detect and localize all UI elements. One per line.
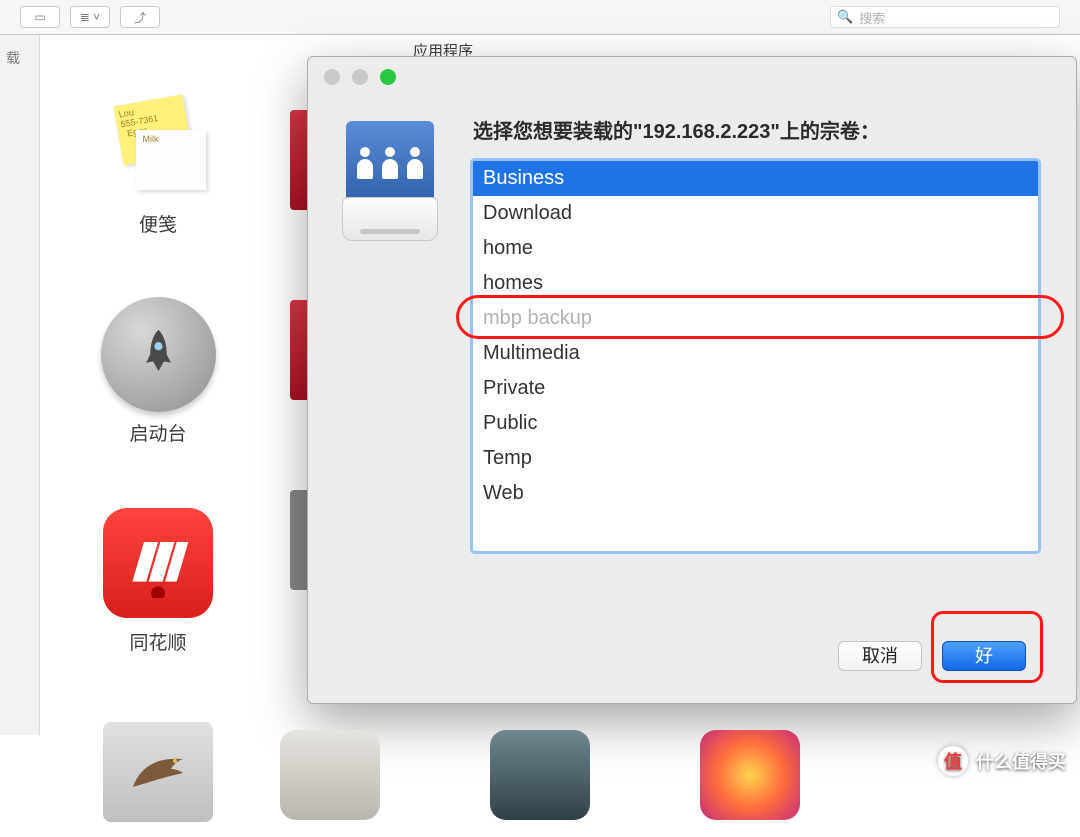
- app-stickies-label: 便笺: [58, 210, 258, 237]
- dock-app-icon[interactable]: [700, 730, 800, 820]
- watermark-text: 什么值得买: [976, 748, 1066, 774]
- list-item-empty: [473, 511, 1038, 546]
- sidebar-section-label: 载: [0, 48, 20, 68]
- dock-app-icon[interactable]: [280, 730, 380, 820]
- search-placeholder: 搜索: [859, 8, 885, 27]
- watermark-badge-icon: 值: [938, 746, 968, 776]
- list-item[interactable]: Business: [473, 161, 1038, 196]
- list-item[interactable]: home: [473, 231, 1038, 266]
- app-launchpad-label: 启动台: [58, 419, 258, 446]
- list-item[interactable]: Private: [473, 371, 1038, 406]
- tonghuashun-icon: [103, 508, 213, 618]
- toolbar-view-icon[interactable]: ▭: [20, 6, 60, 28]
- minimize-icon[interactable]: [352, 69, 368, 85]
- cancel-button[interactable]: 取消: [838, 641, 922, 671]
- app-launchpad[interactable]: 启动台: [58, 299, 258, 446]
- stickies-icon: Lou555-7361 Eggs Milk: [108, 100, 208, 190]
- search-input[interactable]: 🔍 搜索: [830, 6, 1060, 28]
- rocket-icon: [101, 297, 216, 412]
- app-tonghuashun-label: 同花顺: [58, 628, 258, 655]
- toolbar-group-icon[interactable]: ≣ ˅: [70, 6, 110, 28]
- app-stickies[interactable]: Lou555-7361 Eggs Milk 便笺: [58, 90, 258, 237]
- network-server-icon: [338, 121, 443, 241]
- volume-listbox[interactable]: Business Download home homes mbp backup …: [473, 161, 1038, 551]
- list-item[interactable]: homes: [473, 266, 1038, 301]
- search-icon: 🔍: [837, 9, 853, 25]
- list-item[interactable]: Public: [473, 406, 1038, 441]
- mail-icon: [103, 722, 213, 822]
- list-item[interactable]: Web: [473, 476, 1038, 511]
- list-item: mbp backup: [473, 301, 1038, 336]
- dock-peek: [280, 730, 980, 820]
- close-icon[interactable]: [324, 69, 340, 85]
- zoom-icon[interactable]: [380, 69, 396, 85]
- finder-toolbar: ▭ ≣ ˅ ⤴ 🔍 搜索: [0, 0, 1080, 35]
- ok-button[interactable]: 好: [942, 641, 1026, 671]
- toolbar-action-icon[interactable]: ⤴: [120, 6, 160, 28]
- watermark: 值 什么值得买: [938, 746, 1066, 776]
- app-mail[interactable]: [58, 717, 258, 827]
- dialog-title: 选择您想要装载的"192.168.2.223"上的宗卷：: [473, 115, 880, 144]
- list-item[interactable]: Multimedia: [473, 336, 1038, 371]
- window-traffic-lights[interactable]: [324, 69, 396, 85]
- mount-volume-dialog: 选择您想要装载的"192.168.2.223"上的宗卷： Business Do…: [307, 56, 1077, 704]
- finder-sidebar: [0, 35, 40, 735]
- dock-app-icon[interactable]: [490, 730, 590, 820]
- list-item[interactable]: Download: [473, 196, 1038, 231]
- app-tonghuashun[interactable]: 同花顺: [58, 508, 258, 655]
- list-item[interactable]: Temp: [473, 441, 1038, 476]
